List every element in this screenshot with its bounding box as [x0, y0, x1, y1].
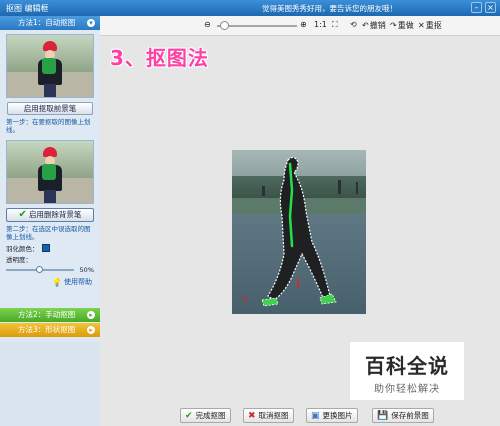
watermark-subtitle: 助你轻松解决 [374, 384, 440, 395]
method1-label: 方法1：自动抠图 [18, 18, 76, 27]
rotate-icon[interactable]: ⟲ [350, 20, 357, 29]
replace-image-label: 更换图片 [322, 411, 353, 420]
finish-cutout-label: 完成抠图 [195, 411, 226, 420]
background-eraser-label: 启用删除背景笔 [28, 210, 82, 219]
reset-label: 重抠 [425, 21, 442, 30]
lightbulb-icon: 💡 [52, 277, 62, 287]
opacity-slider[interactable]: 50% [6, 265, 94, 275]
zoom-toolbar: ⊖ ⊕ 1:1 ⛶ ⟲ ↶ 撤销 ↷ 重做 ✕ 重抠 [100, 16, 500, 36]
zoom-slider-track[interactable] [217, 25, 297, 27]
undo-label: 撤销 [369, 21, 386, 30]
method3-header[interactable]: 方法3：形状抠图 ▸ [0, 323, 100, 337]
finish-cutout-button[interactable]: ✔ 完成抠图 [180, 408, 231, 423]
image-icon: ▣ [311, 410, 320, 421]
expand-icon[interactable]: ▸ [87, 326, 95, 334]
foreground-brush-button[interactable]: 启用抠取前景笔 [7, 102, 93, 115]
method2-header[interactable]: 方法2：手动抠图 ▸ [0, 308, 100, 322]
tutorial-heading: 3、抠图法 [110, 46, 209, 70]
opacity-row: 透明度： [6, 254, 94, 264]
save-icon: 💾 [377, 410, 389, 421]
zoom-in-icon[interactable]: ⊕ [300, 20, 307, 29]
window-title: 抠图 编辑框 [6, 4, 49, 13]
checkmark-icon: ✔ [185, 410, 193, 421]
opacity-label: 透明度： [6, 255, 32, 264]
undo-button[interactable]: ↶ 撤销 [362, 20, 386, 31]
edge-color-swatch[interactable] [41, 243, 50, 252]
step2-text: 第二步：在选区中误选取的图像上划线。 [6, 225, 91, 241]
undo-icon: ↶ [362, 21, 369, 30]
redo-icon: ↷ [390, 21, 397, 30]
cancel-icon: ✖ [248, 410, 256, 421]
opacity-value: 50% [79, 266, 94, 274]
edge-color-row: 羽化颜色： [6, 243, 94, 253]
step1-preview-image [6, 34, 94, 98]
collapse-icon[interactable]: ▾ [87, 19, 95, 27]
background-eraser-button[interactable]: ✔ 启用删除背景笔 [6, 208, 94, 222]
minimize-icon[interactable]: – [471, 2, 482, 13]
actual-size-button[interactable]: 1:1 [314, 20, 327, 29]
photo-subject-svg [243, 156, 358, 307]
window-controls: – × [471, 2, 496, 13]
close-icon[interactable]: × [485, 2, 496, 13]
cancel-cutout-label: 取消抠图 [258, 411, 289, 420]
replace-image-button[interactable]: ▣ 更换图片 [306, 408, 358, 423]
save-foreground-label: 保存前景图 [391, 411, 429, 420]
method3-label: 方法3：形状抠图 [18, 325, 76, 334]
zoom-slider-knob[interactable] [220, 21, 229, 30]
fit-window-icon[interactable]: ⛶ [332, 20, 338, 30]
save-foreground-button[interactable]: 💾 保存前景图 [372, 408, 434, 423]
expand-icon[interactable]: ▸ [87, 311, 95, 319]
zoom-out-icon[interactable]: ⊖ [204, 20, 211, 29]
editing-photo[interactable] [232, 150, 366, 314]
reset-button[interactable]: ✕ 重抠 [418, 20, 442, 31]
help-link[interactable]: 💡 使用帮助 [52, 277, 94, 287]
edge-color-label: 羽化颜色： [6, 244, 39, 253]
reset-icon: ✕ [418, 21, 425, 30]
watermark-title: 百科全说 [365, 354, 449, 378]
method1-header[interactable]: 方法1：自动抠图 ▾ [0, 16, 100, 30]
step1-text: 第一步：在要抠取的图像上划线。 [6, 118, 91, 134]
sidebar-empty-area [0, 342, 100, 426]
method2-label: 方法2：手动抠图 [18, 310, 76, 319]
help-link-label: 使用帮助 [63, 278, 92, 286]
workspace: ⊖ ⊕ 1:1 ⛶ ⟲ ↶ 撤销 ↷ 重做 ✕ 重抠 3、抠图法 百科全说 助你… [100, 16, 500, 426]
promo-text: 觉得美图秀秀好用，要告诉您的朋友哦！ [262, 4, 397, 13]
sidebar: 方法1：自动抠图 ▾ 启用抠取前景笔 第一步：在要抠取的图像上划线。 ✔ 启用删除… [0, 16, 100, 426]
redo-button[interactable]: ↷ 重做 [390, 20, 414, 31]
cancel-cutout-button[interactable]: ✖ 取消抠图 [243, 408, 294, 423]
title-bar: 抠图 编辑框 觉得美图秀秀好用，要告诉您的朋友哦！ – × [0, 0, 500, 16]
watermark-badge: 百科全说 助你轻松解决 [350, 342, 464, 400]
action-bar: ✔ 完成抠图 ✖ 取消抠图 ▣ 更换图片 💾 保存前景图 [100, 406, 500, 426]
opacity-slider-knob[interactable] [36, 266, 43, 273]
check-icon: ✔ [18, 209, 27, 220]
redo-label: 重做 [397, 21, 414, 30]
step2-preview-image [6, 140, 94, 204]
